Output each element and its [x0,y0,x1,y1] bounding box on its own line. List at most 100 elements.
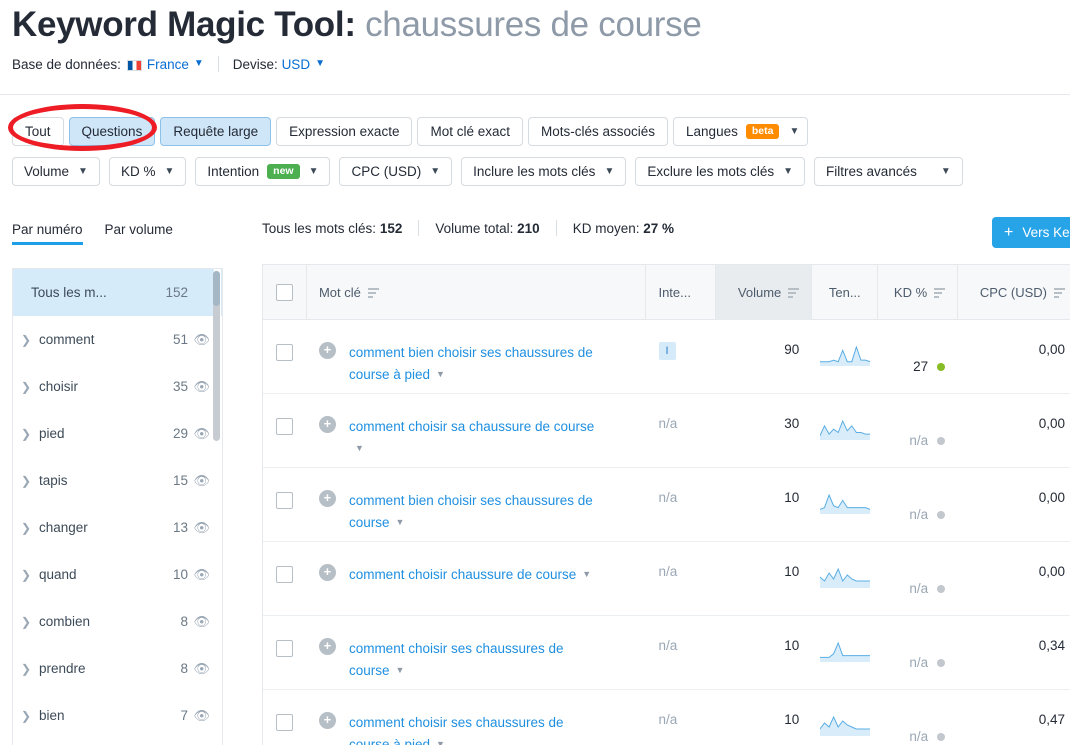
filter-include-keywords[interactable]: Inclure les mots clés ▼ [461,157,627,186]
add-keyword-icon[interactable]: + [318,342,336,359]
row-select-cell[interactable] [263,542,307,615]
eye-icon[interactable]: 👁 [188,379,210,395]
row-select-cell[interactable] [263,394,307,467]
row-checkbox[interactable] [275,566,293,583]
column-header-intent[interactable]: Inte... [646,265,717,320]
chevron-right-icon[interactable]: ❯ [21,474,39,488]
select-all-checkbox[interactable] [275,284,293,301]
chevron-down-icon[interactable]: ▼ [355,437,364,459]
keyword-link[interactable]: comment choisir ses chaussures de course… [349,712,607,745]
filter-kd[interactable]: KD % ▼ [108,157,187,186]
table-row[interactable]: + comment choisir ses chaussures de cours… [263,616,1070,690]
chevron-right-icon[interactable]: ❯ [21,615,39,629]
row-checkbox[interactable] [275,344,293,361]
row-checkbox[interactable] [275,492,293,509]
keyword-groups-sidebar[interactable]: Tous les m... 152 ❯ comment 51 👁 ❯ chois… [12,268,223,745]
keyword-link[interactable]: comment choisir sa chaussure de course ▼ [349,416,607,461]
column-header-keyword[interactable]: Mot clé [307,265,647,320]
sidebar-item-prendre[interactable]: ❯ prendre 8 👁 [13,645,222,692]
eye-icon[interactable]: 👁 [188,708,210,724]
sidebar-item-quand[interactable]: ❯ quand 10 👁 [13,551,222,598]
sidebar-tab-par-numero[interactable]: Par numéro [12,222,83,245]
eye-icon[interactable]: 👁 [188,661,210,677]
sidebar-tab-par-volume[interactable]: Par volume [105,222,173,245]
chevron-down-icon[interactable]: ▼ [436,733,445,745]
eye-icon[interactable]: 👁 [188,426,210,442]
add-keyword-icon[interactable]: + [318,416,336,433]
chevron-down-icon[interactable]: ▼ [395,511,404,533]
column-header-cpc[interactable]: CPC (USD) [958,265,1070,320]
tab-mots-cles-associes[interactable]: Mots-clés associés [527,117,669,146]
sort-icon[interactable] [367,287,379,298]
table-row[interactable]: + comment choisir ses chaussures de cours… [263,690,1070,745]
chevron-right-icon[interactable]: ❯ [21,709,39,723]
sort-icon[interactable] [934,287,946,298]
add-keyword-icon[interactable]: + [318,712,336,729]
keyword-link[interactable]: comment bien choisir ses chaussures de c… [349,490,607,535]
sidebar-item-all-keywords[interactable]: Tous les m... 152 [13,269,222,316]
sidebar-item-comment[interactable]: ❯ comment 51 👁 [13,316,222,363]
sidebar-scrollbar[interactable] [213,269,221,745]
chevron-down-icon[interactable]: ▼ [395,659,404,681]
currency-value[interactable]: USD [282,57,311,72]
sidebar-item-choisir[interactable]: ❯ choisir 35 👁 [13,363,222,410]
row-checkbox[interactable] [275,714,293,731]
tab-questions[interactable]: Questions [68,117,156,146]
eye-icon[interactable]: 👁 [188,473,210,489]
filter-intention[interactable]: Intention new ▼ [195,157,331,186]
eye-icon[interactable]: 👁 [188,614,210,630]
eye-icon[interactable]: 👁 [188,332,210,348]
sort-icon[interactable] [788,287,800,298]
chevron-down-icon[interactable]: ▼ [436,363,445,385]
table-row[interactable]: + comment bien choisir ses chaussures de … [263,468,1070,542]
sidebar-item-tapis[interactable]: ❯ tapis 15 👁 [13,457,222,504]
sort-icon[interactable] [1054,287,1066,298]
filter-advanced[interactable]: Filtres avancés ▼ [814,157,963,186]
sidebar-item-combien[interactable]: ❯ combien 8 👁 [13,598,222,645]
chevron-right-icon[interactable]: ❯ [21,521,39,535]
tab-requete-large[interactable]: Requête large [160,117,272,146]
add-keyword-icon[interactable]: + [318,564,336,581]
tab-tout[interactable]: Tout [12,117,64,146]
sidebar-item-pied[interactable]: ❯ pied 29 👁 [13,410,222,457]
sidebar-scrollbar-thumb-top[interactable] [213,271,220,306]
tab-mot-cle-exact[interactable]: Mot clé exact [417,117,523,146]
eye-icon[interactable]: 👁 [188,520,210,536]
table-row[interactable]: + comment choisir chaussure de course ▼ n/a… [263,542,1070,616]
row-select-cell[interactable] [263,616,307,689]
column-header-kd[interactable]: KD % [878,265,959,320]
tab-expression-exacte[interactable]: Expression exacte [276,117,413,146]
select-all-header[interactable] [263,265,307,320]
filter-exclude-keywords[interactable]: Exclure les mots clés ▼ [635,157,806,186]
row-select-cell[interactable] [263,690,307,745]
chevron-right-icon[interactable]: ❯ [21,568,39,582]
keyword-link[interactable]: comment choisir ses chaussures de course… [349,638,607,683]
column-header-volume[interactable]: Volume [716,265,813,320]
chevron-right-icon[interactable]: ❯ [21,333,39,347]
row-select-cell[interactable] [263,468,307,541]
chevron-right-icon[interactable]: ❯ [21,662,39,676]
row-select-cell[interactable] [263,320,307,393]
add-keyword-icon[interactable]: + [318,490,336,507]
database-value[interactable]: France [147,57,189,72]
row-checkbox[interactable] [275,418,293,435]
eye-icon[interactable]: 👁 [188,567,210,583]
chevron-down-icon[interactable]: ▼ [582,563,591,585]
chevron-down-icon[interactable]: ▼ [194,58,204,69]
chevron-right-icon[interactable]: ❯ [21,427,39,441]
chevron-right-icon[interactable]: ❯ [21,380,39,394]
tab-langues[interactable]: Langues beta ▼ [673,117,809,146]
keyword-link[interactable]: comment choisir chaussure de course ▼ [349,564,591,587]
filter-cpc[interactable]: CPC (USD) ▼ [339,157,453,186]
table-row[interactable]: + comment choisir sa chaussure de course ▼… [263,394,1070,468]
filter-volume[interactable]: Volume ▼ [12,157,100,186]
chevron-down-icon[interactable]: ▼ [789,126,799,137]
table-row[interactable]: + comment bien choisir ses chaussures de … [263,320,1070,394]
keyword-manager-button[interactable]: + Vers Ke [992,217,1070,248]
keyword-link[interactable]: comment bien choisir ses chaussures de c… [349,342,607,387]
chevron-down-icon[interactable]: ▼ [315,58,325,69]
add-keyword-icon[interactable]: + [318,638,336,655]
sidebar-item-bien[interactable]: ❯ bien 7 👁 [13,692,222,739]
column-header-trend[interactable]: Ten... [812,265,879,320]
sidebar-item-changer[interactable]: ❯ changer 13 👁 [13,504,222,551]
